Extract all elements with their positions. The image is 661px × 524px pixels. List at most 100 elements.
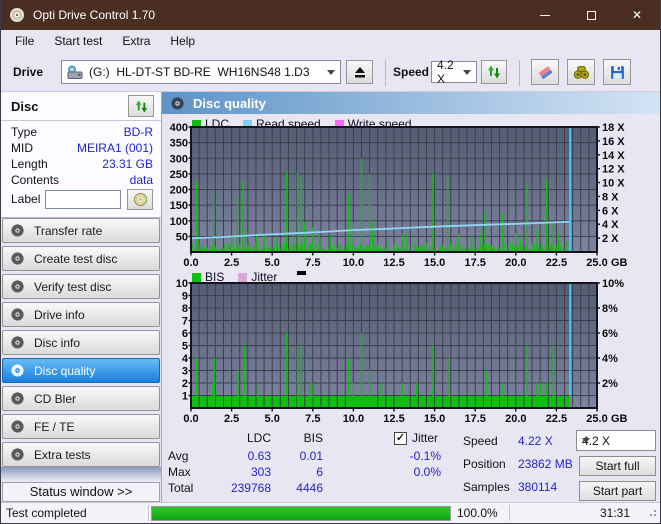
svg-text:100: 100: [170, 216, 188, 228]
disc-refresh-button[interactable]: [128, 95, 154, 117]
resize-grip[interactable]: [646, 506, 658, 521]
svg-text:4%: 4%: [602, 353, 618, 365]
drive-value: (G:) HL-DT-ST BD-RE WH16NS48 1.D3: [89, 65, 310, 79]
stats-panel: LDC BIS ✓ Jitter Avg 0.63 0.01 -0.1% Max 303 6 0.0%…: [162, 430, 660, 502]
save-button[interactable]: [603, 59, 631, 85]
elapsed-time: 31:31: [599, 506, 630, 520]
quality-speed-select[interactable]: 4.2 X: [576, 430, 656, 451]
svg-text:5.0: 5.0: [265, 413, 280, 425]
disc-row-label: Type: [11, 125, 38, 139]
svg-text:9: 9: [182, 291, 188, 303]
disc-row-label: Contents: [11, 173, 60, 187]
disc-label-input[interactable]: [45, 190, 121, 209]
sidebar-item-label: Disc info: [34, 335, 81, 350]
erase-disc-button[interactable]: [531, 59, 559, 85]
menu-help[interactable]: Help: [160, 30, 205, 52]
disc-icon: [11, 280, 24, 293]
svg-text:0.0: 0.0: [183, 257, 198, 269]
toolbar: Drive (G:) HL-DT-ST BD-RE WH16NS48 1.D3 …: [1, 52, 660, 92]
svg-text:4 X: 4 X: [602, 219, 619, 231]
start-part-button[interactable]: Start part: [579, 481, 656, 501]
disc-row-type: Type BD-R: [1, 125, 161, 141]
sidebar-item-extra-tests[interactable]: Extra tests: [2, 442, 160, 467]
eraser-icon: [538, 66, 552, 79]
svg-text:1: 1: [182, 391, 188, 403]
stat-ldc-value: 239768: [230, 481, 271, 495]
stat-position-label: Position: [463, 457, 506, 471]
svg-text:GB: GB: [611, 413, 628, 425]
progress-bar: [151, 506, 451, 521]
speed-select[interactable]: 4.2 X: [431, 58, 477, 86]
sidebar-item-cd-bler[interactable]: CD Bler: [2, 386, 160, 411]
svg-text:7.5: 7.5: [305, 413, 320, 425]
eject-button[interactable]: [346, 60, 373, 84]
jitter-checkbox[interactable]: ✓: [394, 432, 407, 445]
drive-label: Drive: [13, 65, 44, 79]
menu-start-test[interactable]: Start test: [44, 30, 112, 52]
menu-extra[interactable]: Extra: [112, 30, 160, 52]
svg-text:8: 8: [182, 303, 188, 315]
svg-text:17.5: 17.5: [464, 257, 485, 269]
disc-icon: [11, 448, 24, 461]
menubar: File Start test Extra Help: [1, 30, 660, 52]
sidebar-item-disc-quality[interactable]: Disc quality: [2, 358, 160, 383]
svg-text:22.5: 22.5: [546, 257, 567, 269]
bis-chart: 10987654321 10% 8% 6% 4% 2% 0.0 2.5 5.0 7.5 10.0 12…: [176, 278, 628, 425]
toolbar-separator: [519, 60, 520, 86]
chevron-down-icon: [582, 438, 590, 443]
svg-text:300: 300: [170, 153, 188, 165]
maximize-button[interactable]: [568, 0, 614, 30]
close-button[interactable]: ✕: [614, 0, 660, 30]
eject-icon: [354, 67, 365, 78]
sidebar-item-drive-info[interactable]: Drive info: [2, 302, 160, 327]
disc-panel-title: Disc: [11, 99, 39, 114]
svg-text:25.0: 25.0: [586, 413, 607, 425]
sidebar-item-verify-test-disc[interactable]: Verify test disc: [2, 274, 160, 299]
stat-speed-value: 4.22 X: [518, 434, 553, 448]
status-window-button[interactable]: Status window >>: [2, 482, 160, 502]
disc-label-button[interactable]: [127, 189, 153, 210]
svg-text:6 X: 6 X: [602, 205, 619, 217]
refresh-icon: [135, 99, 147, 113]
refresh-icon: [488, 65, 500, 79]
search-drives-button[interactable]: [567, 59, 595, 85]
stat-position-value: 23862 MB: [518, 457, 573, 471]
ldc-chart: 400 350 300 250 200 150 100 50 18 X 16 X 14 X 12 X 1…: [170, 122, 628, 269]
sidebar-item-create-test-disc[interactable]: Create test disc: [2, 246, 160, 271]
sidebar-item-label: Disc quality: [34, 363, 96, 378]
sidebar-item-label: CD Bler: [34, 391, 77, 406]
start-full-button[interactable]: Start full: [579, 456, 656, 476]
sidebar-band: [1, 467, 161, 481]
disc-row-mid: MID MEIRA1 (001): [1, 141, 161, 157]
drive-select[interactable]: (G:) HL-DT-ST BD-RE WH16NS48 1.D3: [61, 60, 341, 84]
refresh-button[interactable]: [481, 60, 507, 84]
disc-row-value: data: [129, 173, 153, 187]
minimize-button[interactable]: [522, 0, 568, 30]
sidebar-item-fe-te[interactable]: FE / TE: [2, 414, 160, 439]
svg-text:17.5: 17.5: [464, 413, 485, 425]
svg-text:400: 400: [170, 122, 188, 134]
disc-icon: [11, 252, 24, 265]
disc-icon: [11, 224, 24, 237]
stat-bis-value: 6: [316, 465, 323, 479]
svg-text:10.0: 10.0: [343, 257, 364, 269]
svg-text:12 X: 12 X: [602, 164, 625, 176]
binoculars-icon: [573, 65, 589, 79]
stat-speed-label: Speed: [463, 434, 498, 448]
menu-file[interactable]: File: [5, 30, 44, 52]
disc-icon: [11, 364, 24, 377]
svg-text:18 X: 18 X: [602, 122, 625, 134]
disc-icon: [11, 392, 24, 405]
bis-column-header: BIS: [303, 431, 323, 445]
sidebar-item-label: Verify test disc: [34, 279, 112, 294]
disc-row-value: MEIRA1 (001): [76, 141, 153, 155]
disc-row-length: Length 23.31 GB: [1, 157, 161, 173]
sidebar-item-disc-info[interactable]: Disc info: [2, 330, 160, 355]
svg-text:2.5: 2.5: [224, 257, 239, 269]
svg-text:2 X: 2 X: [602, 233, 619, 245]
chevron-down-icon: [463, 69, 471, 75]
sidebar-item-transfer-rate[interactable]: Transfer rate: [2, 218, 160, 243]
disc-row-contents: Contents data: [1, 173, 161, 189]
stat-ldc-value: 303: [250, 465, 271, 479]
app-window: Opti Drive Control 1.70 ✕ File Start test…: [0, 0, 661, 524]
